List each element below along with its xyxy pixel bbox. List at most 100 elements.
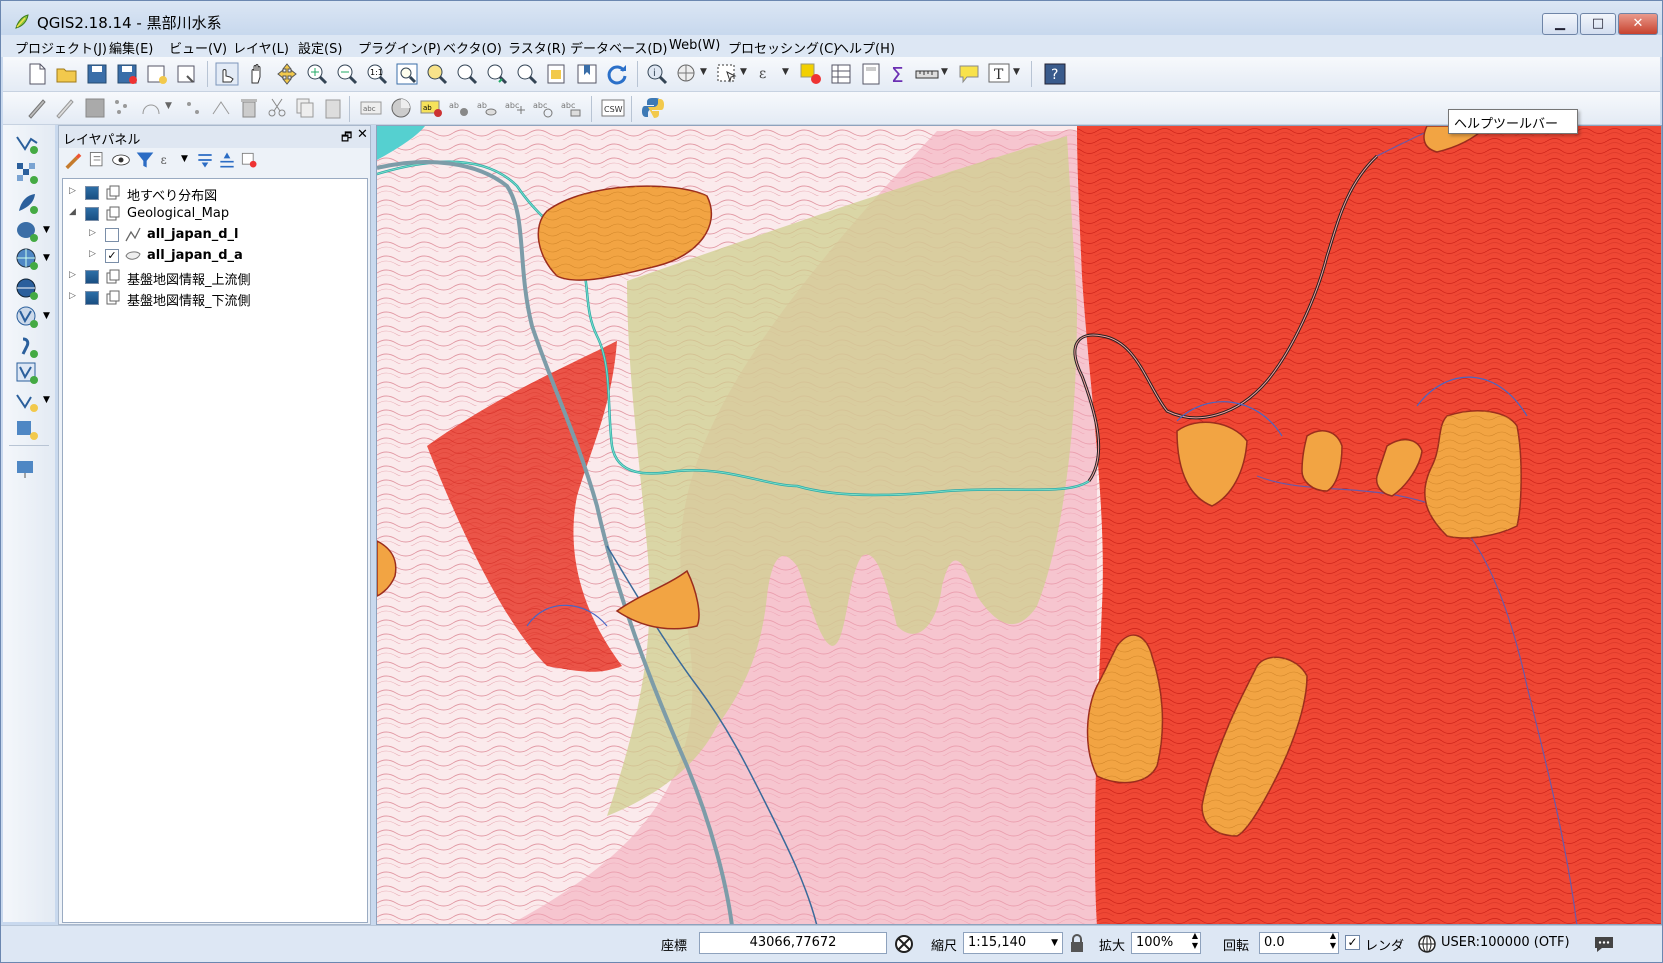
add-postgis-layer-icon[interactable]	[15, 219, 39, 243]
collapse-all-icon[interactable]	[217, 150, 237, 170]
measure-line-icon[interactable]	[915, 62, 939, 86]
add-circular-string-icon[interactable]	[139, 96, 163, 120]
lock-scale-icon[interactable]	[1069, 934, 1085, 954]
map-render[interactable]	[377, 126, 1662, 925]
save-edits-icon[interactable]	[83, 96, 107, 120]
add-spatialite-layer-icon[interactable]	[15, 191, 39, 215]
show-hide-labels-icon[interactable]: ab	[475, 96, 499, 120]
expand-arrow-icon[interactable]: ▷	[89, 249, 96, 259]
field-calculator-icon[interactable]	[859, 62, 883, 86]
metasearch-csw-icon[interactable]: CSW	[601, 96, 625, 120]
open-project-icon[interactable]	[55, 62, 79, 86]
add-raster-layer-icon[interactable]	[15, 161, 39, 185]
crs-status[interactable]: USER:100000 (OTF)	[1441, 935, 1570, 950]
menu-item[interactable]: Web(W)	[669, 38, 720, 53]
pan-map-icon[interactable]	[245, 62, 269, 86]
pan-to-selection-icon[interactable]	[275, 62, 299, 86]
filter-by-expression-icon[interactable]: ε	[159, 150, 179, 170]
move-feature-icon[interactable]	[181, 96, 205, 120]
float-panel-icon[interactable]: 🗗	[341, 128, 352, 149]
magnifier-spinbox[interactable]: 100% ▲ ▼	[1131, 931, 1201, 954]
close-button[interactable]: ✕	[1618, 13, 1658, 35]
toggle-editing-icon[interactable]	[53, 96, 77, 120]
add-feature-icon[interactable]	[111, 96, 135, 120]
text-label-icon[interactable]: T	[987, 62, 1011, 86]
rotate-label-icon[interactable]: abc	[531, 96, 555, 120]
layer-diagram-icon[interactable]	[389, 96, 413, 120]
layer-visibility-checkbox[interactable]: ✓	[105, 249, 119, 263]
menu-item[interactable]: プロセッシング(C)	[728, 38, 838, 57]
layer-visibility-checkbox[interactable]	[105, 228, 119, 242]
add-mssql-layer-icon[interactable]	[15, 457, 39, 481]
paste-features-icon[interactable]	[321, 96, 345, 120]
select-dropdown-icon[interactable]: ▼	[740, 67, 747, 77]
add-wfs-layer-icon[interactable]	[15, 305, 39, 329]
layer-tree-item[interactable]: ▷ ✓ all_japan_d_a	[63, 245, 363, 267]
add-vector-layer-icon[interactable]	[15, 131, 39, 155]
layer-tree-item[interactable]: ▷ 地すべり分布図	[63, 182, 363, 204]
magnifier-spin-icon[interactable]: ▲ ▼	[1192, 931, 1198, 951]
minimize-button[interactable]: ▁	[1542, 13, 1578, 35]
menu-item[interactable]: 設定(S)	[298, 38, 342, 57]
zoom-in-icon[interactable]	[305, 62, 329, 86]
menu-item[interactable]: プラグイン(P)	[358, 38, 441, 57]
render-checkbox[interactable]: ✓	[1345, 935, 1360, 950]
rotation-spin-icon[interactable]: ▲ ▼	[1330, 931, 1336, 951]
expand-arrow-icon[interactable]: ▷	[69, 291, 76, 301]
delete-selected-icon[interactable]	[237, 96, 261, 120]
menu-item[interactable]: ビュー(V)	[169, 38, 227, 57]
composer-manager-icon[interactable]	[175, 62, 199, 86]
maximize-button[interactable]: □	[1580, 13, 1616, 35]
circular-dropdown-icon[interactable]: ▼	[165, 101, 172, 111]
cut-features-icon[interactable]	[265, 96, 289, 120]
expression-dropdown-icon[interactable]: ▼	[782, 67, 789, 77]
node-tool-icon[interactable]	[209, 96, 233, 120]
map-tips-icon[interactable]	[675, 62, 699, 86]
help-icon[interactable]: ?	[1043, 62, 1067, 86]
expand-arrow-icon[interactable]: ▷	[69, 270, 76, 280]
bookmarks-icon[interactable]	[575, 62, 599, 86]
statistics-sigma-icon[interactable]: Σ	[887, 62, 911, 86]
close-panel-icon[interactable]: ✕	[357, 127, 368, 142]
zoom-to-layer-icon[interactable]	[455, 62, 479, 86]
manage-map-themes-icon[interactable]	[111, 150, 131, 170]
add-group-icon[interactable]	[87, 150, 107, 170]
zoom-next-icon[interactable]	[515, 62, 539, 86]
open-layer-styling-icon[interactable]	[63, 150, 83, 170]
crs-globe-icon[interactable]	[1417, 934, 1437, 954]
new-layer-dropdown-icon[interactable]: ▼	[43, 395, 50, 405]
menu-item[interactable]: ベクタ(O)	[443, 38, 502, 57]
toggle-extents-icon[interactable]	[893, 933, 915, 955]
collapse-arrow-icon[interactable]: ◢	[69, 207, 76, 217]
zoom-last-icon[interactable]	[485, 62, 509, 86]
remove-layer-icon[interactable]	[239, 150, 259, 170]
menu-item[interactable]: プロジェクト(J)	[15, 38, 107, 57]
copy-features-icon[interactable]	[293, 96, 317, 120]
layer-visibility-checkbox[interactable]	[85, 186, 99, 200]
wms-dropdown-icon[interactable]: ▼	[43, 253, 50, 263]
menu-item[interactable]: ヘルプ(H)	[836, 38, 895, 57]
expand-arrow-icon[interactable]: ▷	[69, 186, 76, 196]
current-edits-icon[interactable]	[25, 96, 49, 120]
map-canvas[interactable]	[376, 125, 1662, 925]
filter-legend-icon[interactable]	[135, 150, 155, 170]
new-print-composer-icon[interactable]	[145, 62, 169, 86]
expand-all-icon[interactable]	[195, 150, 215, 170]
layer-tree-item[interactable]: ▷ 基盤地図情報_下流側	[63, 287, 363, 309]
refresh-icon[interactable]	[605, 62, 629, 86]
change-label-icon[interactable]: abc	[559, 96, 583, 120]
rotation-spinbox[interactable]: 0.0 ▲ ▼	[1259, 931, 1339, 954]
zoom-native-icon[interactable]: 1:1	[365, 62, 389, 86]
filter-expression-dropdown-icon[interactable]: ▼	[181, 154, 188, 164]
menu-item[interactable]: データベース(D)	[570, 38, 668, 57]
add-virtual-layer-icon[interactable]	[15, 361, 39, 385]
db-dropdown-icon[interactable]: ▼	[43, 225, 50, 235]
measure-dropdown-icon[interactable]: ▼	[941, 67, 948, 77]
move-label-icon[interactable]: abc	[503, 96, 527, 120]
zoom-out-icon[interactable]	[335, 62, 359, 86]
layer-visibility-checkbox[interactable]	[85, 270, 99, 284]
text-annotation-icon[interactable]	[957, 62, 981, 86]
layer-visibility-checkbox[interactable]	[85, 207, 99, 221]
identify-features-icon[interactable]: i	[645, 62, 669, 86]
new-map-view-icon[interactable]	[545, 62, 569, 86]
